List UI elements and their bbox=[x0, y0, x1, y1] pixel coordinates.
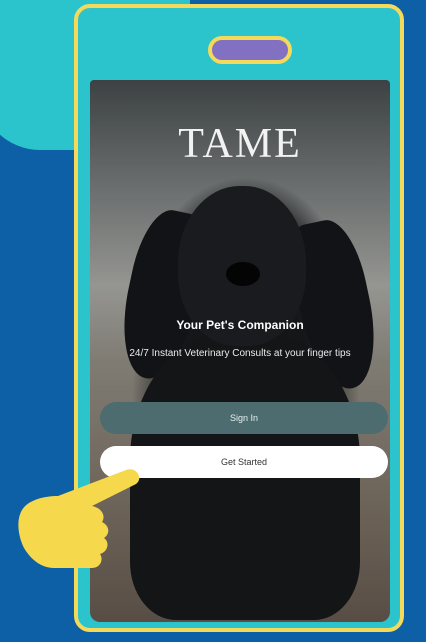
sign-in-button[interactable]: Sign In bbox=[100, 402, 388, 434]
pointing-hand-icon bbox=[18, 469, 140, 568]
headline: Your Pet's Companion bbox=[176, 318, 304, 332]
app-logo: TAME bbox=[178, 121, 302, 167]
subline: 24/7 Instant Veterinary Consults at your… bbox=[129, 348, 351, 359]
phone-notch bbox=[208, 36, 292, 64]
